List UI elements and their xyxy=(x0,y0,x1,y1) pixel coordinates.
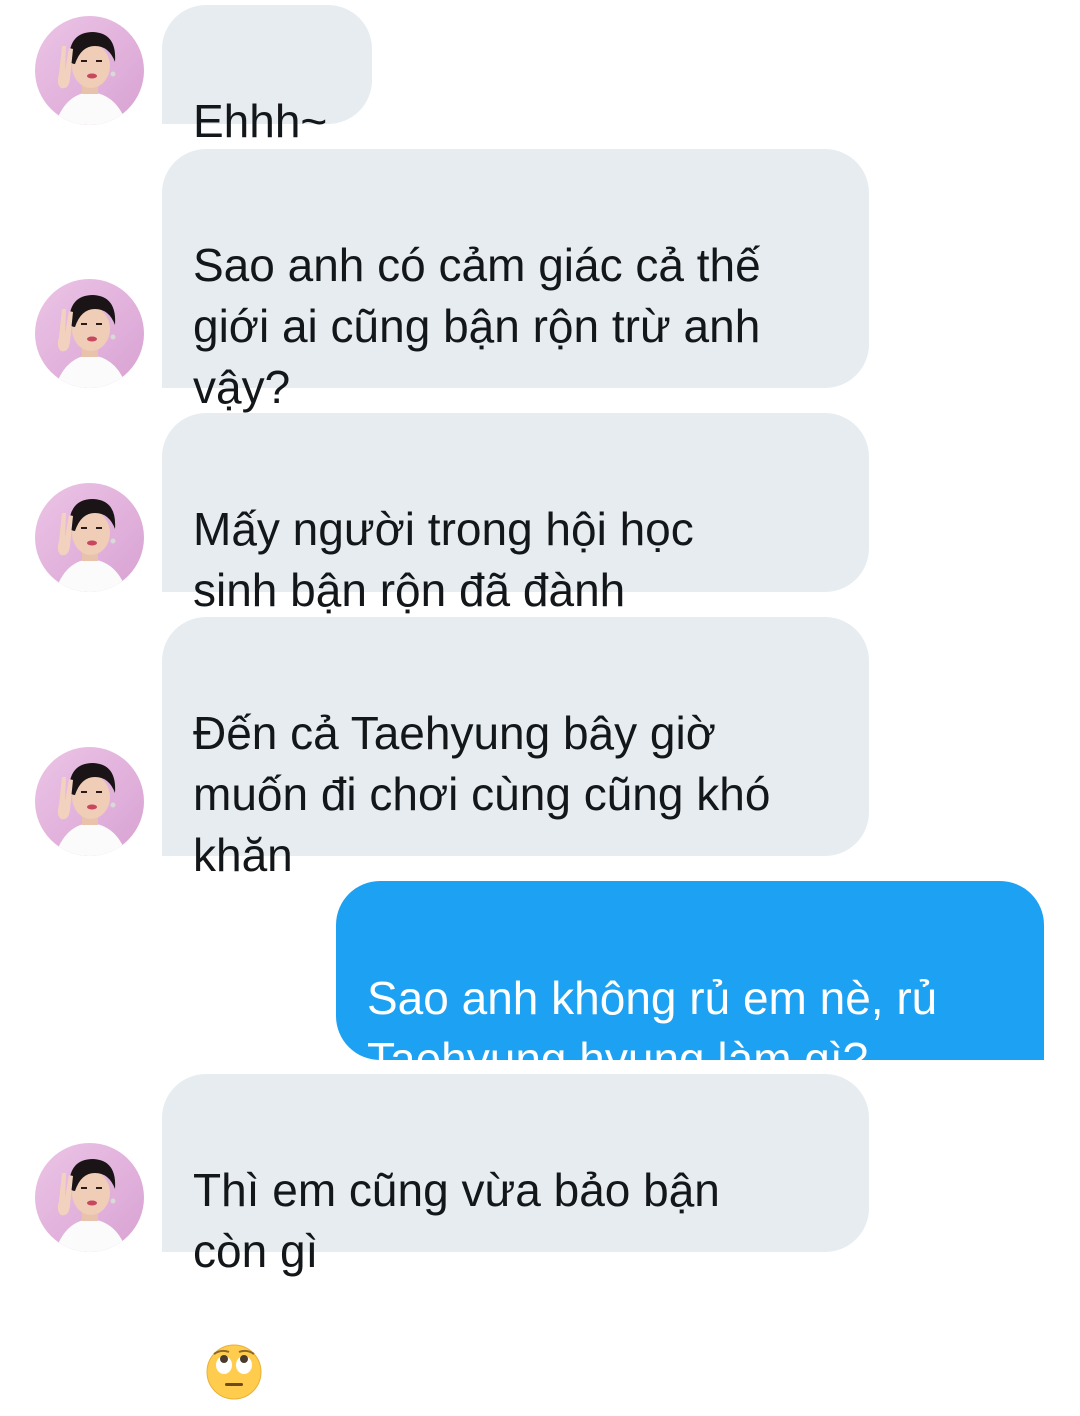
message-text: Sao anh không rủ em nè, rủ Taehyung hyun… xyxy=(367,972,938,1085)
incoming-message-bubble[interactable]: Thì em cũng vừa bảo bận còn gì xyxy=(162,1074,869,1400)
rolling-eyes-emoji-icon xyxy=(205,1282,263,1416)
message-text: Sao anh có cảm giác cả thế giới ai cũng … xyxy=(193,239,761,413)
incoming-message-bubble[interactable]: Đến cả Taehyung bây giờ muốn đi chơi cùn… xyxy=(162,617,869,881)
incoming-message-bubble[interactable]: Ehhh~ xyxy=(162,5,372,147)
incoming-message-bubble[interactable]: Mấy người trong hội học sinh bận rộn đã … xyxy=(162,413,869,616)
message-text: Ehhh~ xyxy=(193,95,328,147)
incoming-message-bubble[interactable]: Sao anh có cảm giác cả thế giới ai cũng … xyxy=(162,149,869,413)
message-text: Đến cả Taehyung bây giờ muốn đi chơi cùn… xyxy=(193,707,771,881)
contact-avatar[interactable] xyxy=(35,747,144,856)
avatar-photo-icon xyxy=(35,1143,144,1252)
contact-avatar[interactable] xyxy=(35,1143,144,1252)
contact-avatar[interactable] xyxy=(35,16,144,125)
contact-avatar[interactable] xyxy=(35,483,144,592)
avatar-photo-icon xyxy=(35,747,144,856)
message-text: Thì em cũng vừa bảo bận còn gì xyxy=(193,1164,720,1277)
outgoing-message-bubble[interactable]: Sao anh không rủ em nè, rủ Taehyung hyun… xyxy=(336,881,1044,1085)
contact-avatar[interactable] xyxy=(35,279,144,388)
avatar-photo-icon xyxy=(35,483,144,592)
message-text: Mấy người trong hội học sinh bận rộn đã … xyxy=(193,503,694,616)
avatar-photo-icon xyxy=(35,279,144,388)
avatar-photo-icon xyxy=(35,16,144,125)
